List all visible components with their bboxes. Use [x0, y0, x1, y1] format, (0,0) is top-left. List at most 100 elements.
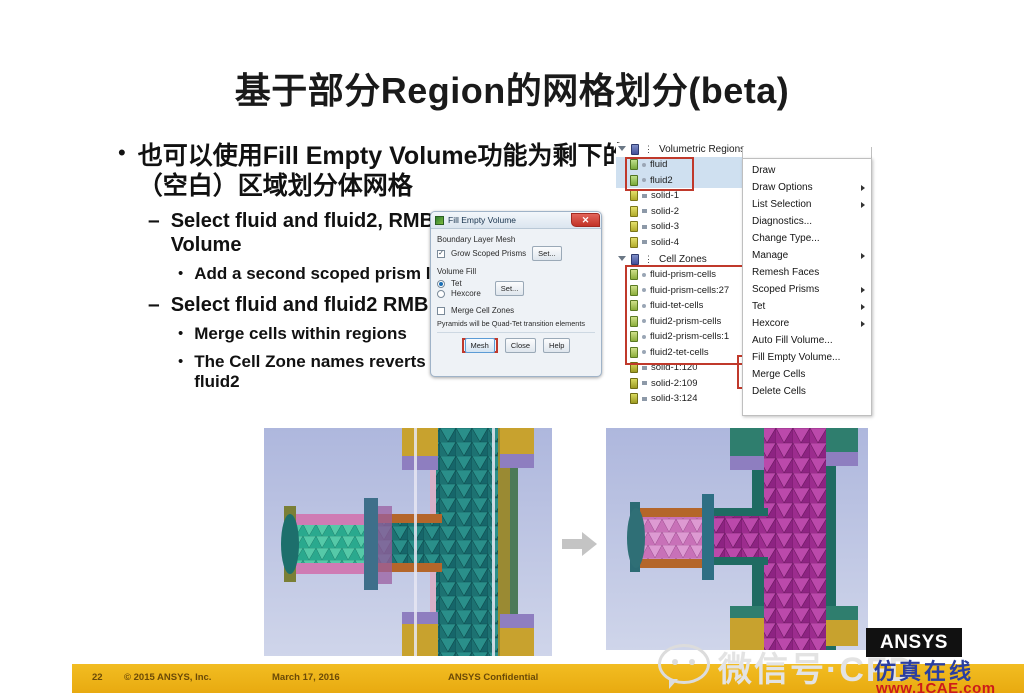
menu-item-delete-cells[interactable]: Delete Cells: [743, 383, 871, 400]
menu-item-change-type[interactable]: Change Type...: [743, 230, 871, 247]
footer-confidential: ANSYS Confidential: [448, 672, 539, 683]
region-icon: [630, 236, 638, 248]
footer-page-number: 22: [92, 672, 103, 683]
outline-tree-panel: ⋮ Volumetric Regions fluid fluid2 solid-…: [616, 143, 758, 415]
cellzone-icon: [630, 362, 638, 374]
tree-item-fluid-prism-cells-27[interactable]: fluid-prism-cells:27: [616, 283, 758, 299]
chevron-down-icon[interactable]: [618, 255, 626, 264]
application-icon: [435, 215, 444, 225]
menu-item-draw-options[interactable]: Draw Options: [743, 179, 871, 196]
cell-zones-label: Cell Zones: [659, 254, 707, 265]
chevron-right-icon: [861, 320, 865, 327]
menu-item-label: Auto Fill Volume...: [752, 335, 833, 346]
volume-fill-label: Volume Fill: [437, 267, 477, 276]
boundary-layer-set-button[interactable]: Set...: [532, 246, 562, 261]
chevron-right-icon: [861, 252, 865, 259]
mesh-button[interactable]: Mesh: [464, 338, 495, 353]
close-button[interactable]: Close: [504, 338, 537, 353]
tree-item-fluid2-prism-cells-1[interactable]: fluid2-prism-cells:1: [616, 329, 758, 345]
dialog-footer: Mesh Close Help: [437, 332, 595, 353]
grow-scoped-prisms-checkbox[interactable]: ✓: [437, 249, 445, 258]
tree-item-fluid-prism-cells[interactable]: fluid-prism-cells: [616, 267, 758, 283]
dialog-body: Boundary Layer Mesh ✓ Grow Scoped Prisms…: [431, 229, 601, 353]
menu-item-label: Draw: [752, 165, 776, 176]
status-dot-icon: [642, 365, 647, 370]
tree-item-solid-3[interactable]: solid-3: [616, 219, 758, 235]
cell-zones-header[interactable]: ⋮ Cell Zones: [618, 253, 758, 266]
tree-item-solid-2[interactable]: solid-2: [616, 204, 758, 220]
tree-item-fluid2-prism-cells[interactable]: fluid2-prism-cells: [616, 314, 758, 330]
mesh-before-graphic: [264, 428, 552, 656]
menu-item-fill-empty-volume[interactable]: Fill Empty Volume...: [743, 349, 871, 366]
ansys-logo: ANSYS: [866, 628, 962, 657]
help-button[interactable]: Help: [543, 338, 571, 353]
tree-item-label: fluid: [650, 159, 668, 171]
menu-item-hexcore[interactable]: Hexcore: [743, 315, 871, 332]
region-icon: [630, 190, 638, 202]
dialog-titlebar: Fill Empty Volume ✕: [431, 212, 601, 229]
menu-item-label: Remesh Faces: [752, 267, 820, 278]
close-icon[interactable]: ✕: [571, 213, 600, 227]
tree-item-fluid-tet-cells[interactable]: fluid-tet-cells: [616, 298, 758, 314]
tree-item-solid-4[interactable]: solid-4: [616, 235, 758, 251]
tree-item-fluid2-tet-cells[interactable]: fluid2-tet-cells: [616, 345, 758, 361]
dots-icon: ⋮: [644, 144, 654, 154]
tree-item-label: solid-1:120: [651, 362, 698, 374]
volumetric-regions-header[interactable]: ⋮ Volumetric Regions: [618, 143, 758, 156]
region-icon: [630, 221, 638, 233]
ansys-logo-text: ANSYS: [880, 631, 948, 653]
cellzone-icon: [630, 269, 638, 281]
bullet-dot-icon: •: [178, 324, 184, 342]
tree-item-solid-2-109[interactable]: solid-2:109: [616, 376, 758, 392]
tree-item-solid-1[interactable]: solid-1: [616, 188, 758, 204]
menu-item-merge-cells[interactable]: Merge Cells: [743, 366, 871, 383]
status-dot-icon: [642, 334, 646, 339]
chevron-down-icon[interactable]: [618, 145, 626, 154]
tree-item-fluid2[interactable]: fluid2: [616, 172, 758, 188]
menu-item-scoped-prisms[interactable]: Scoped Prisms: [743, 281, 871, 298]
tree-item-label: solid-3: [651, 221, 679, 233]
status-dot-icon: [642, 193, 647, 198]
chevron-right-icon: [861, 286, 865, 293]
menu-item-draw[interactable]: Draw: [743, 162, 871, 179]
tet-radio[interactable]: [437, 279, 445, 288]
hexcore-label: Hexcore: [451, 289, 481, 298]
status-dot-icon: [642, 396, 647, 401]
hexcore-option-row: Hexcore: [437, 289, 481, 298]
mesh-screenshot-after: [606, 428, 868, 650]
tree-item-fluid[interactable]: fluid: [616, 157, 758, 173]
menu-item-diagnostics[interactable]: Diagnostics...: [743, 213, 871, 230]
boundary-layer-mesh-label: Boundary Layer Mesh: [437, 235, 516, 244]
bullet-level3-2-text: Merge cells within regions: [194, 323, 407, 343]
cellzone-icon: [630, 346, 638, 358]
merge-cell-zones-row: Merge Cell Zones: [437, 306, 595, 315]
tet-label: Tet: [451, 279, 462, 288]
tree-item-label: fluid2-tet-cells: [650, 346, 709, 358]
menu-item-label: Hexcore: [752, 318, 790, 329]
menu-item-tet[interactable]: Tet: [743, 298, 871, 315]
tree-item-solid-3-124[interactable]: solid-3:124: [616, 391, 758, 407]
status-dot-icon: [642, 350, 646, 355]
footer-copyright: © 2015 ANSYS, Inc.: [124, 672, 212, 683]
menu-item-list-selection[interactable]: List Selection: [743, 196, 871, 213]
fill-empty-volume-dialog: Fill Empty Volume ✕ Boundary Layer Mesh …: [430, 211, 602, 377]
menu-item-remesh-faces[interactable]: Remesh Faces: [743, 264, 871, 281]
menu-item-label: Diagnostics...: [752, 216, 813, 227]
cellzone-icon: [630, 393, 638, 405]
status-dot-icon: [642, 272, 646, 277]
menu-item-label: Manage: [752, 250, 789, 261]
menu-item-auto-fill-volume[interactable]: Auto Fill Volume...: [743, 332, 871, 349]
menu-item-manage[interactable]: Manage: [743, 247, 871, 264]
merge-cell-zones-checkbox[interactable]: [437, 306, 445, 315]
region-icon: [630, 159, 638, 171]
hexcore-radio[interactable]: [437, 289, 445, 298]
volume-fill-set-button[interactable]: Set...: [494, 281, 525, 296]
region-icon: [630, 174, 638, 186]
chevron-right-icon: [861, 201, 865, 208]
status-dot-icon: [642, 319, 646, 324]
grow-scoped-prisms-row: ✓ Grow Scoped Prisms Set...: [437, 246, 595, 261]
mesh-button-highlight: Mesh: [461, 338, 498, 353]
tree-item-solid-1-120[interactable]: solid-1:120: [616, 360, 758, 376]
status-dot-icon: [642, 209, 647, 214]
status-dot-icon: [642, 288, 646, 293]
